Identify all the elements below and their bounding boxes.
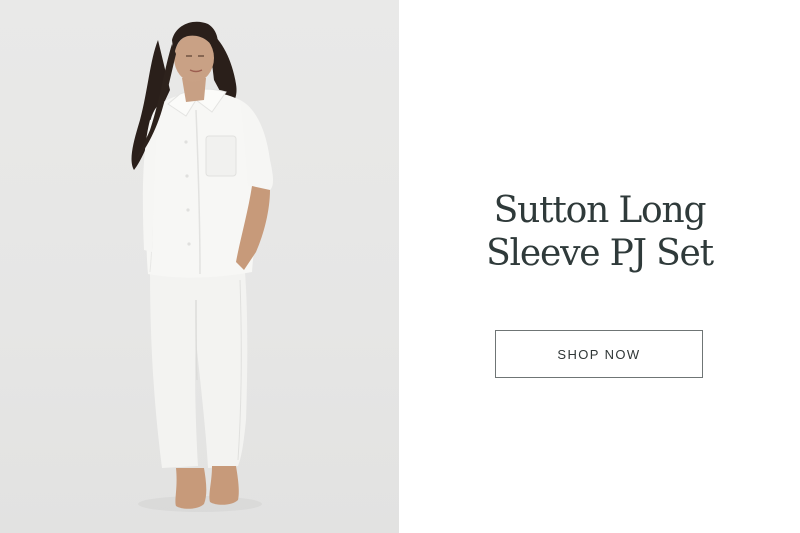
shop-now-button[interactable]: SHOP NOW [495,330,703,378]
promo-banner: Sutton Long Sleeve PJ Set SHOP NOW [0,0,800,533]
product-title-line-1: Sutton Long [493,190,707,231]
promo-text-panel: Sutton Long Sleeve PJ Set SHOP NOW [399,0,800,533]
product-title: Sutton Long Sleeve PJ Set [399,189,800,275]
product-title-line-2: Sleeve PJ Set [486,233,714,274]
product-photo[interactable] [0,0,399,533]
model-figure [131,21,273,512]
